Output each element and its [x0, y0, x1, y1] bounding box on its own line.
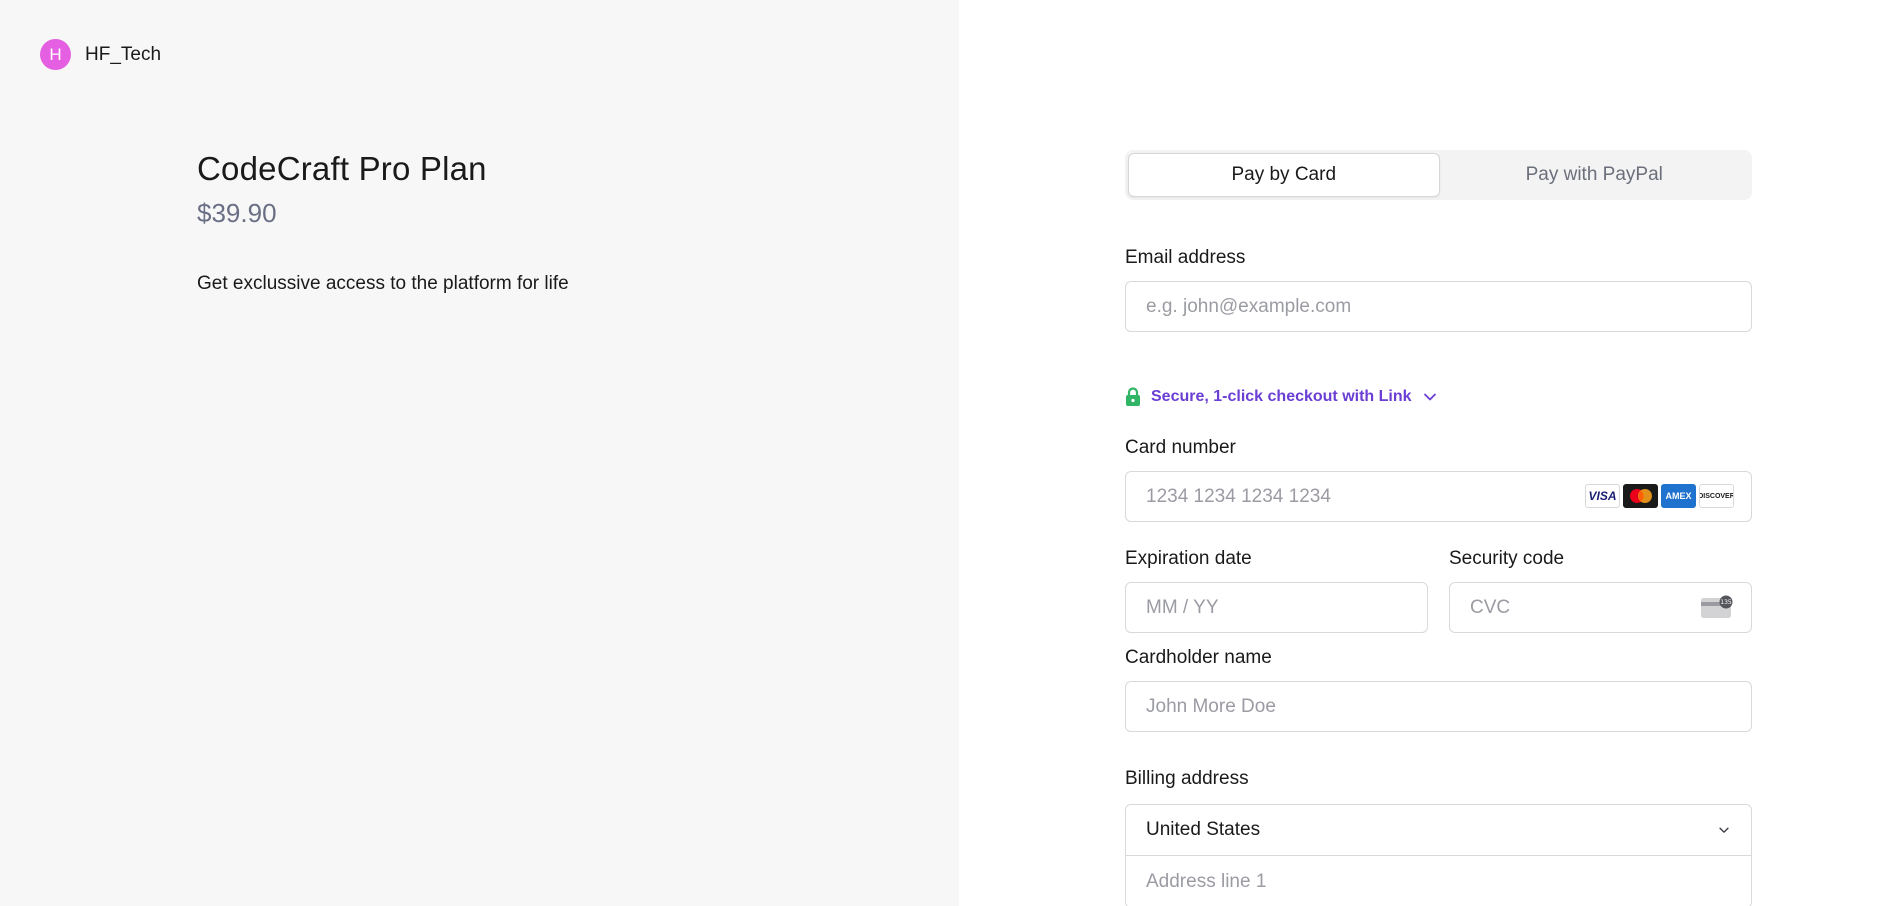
expiry-field-group: Expiration date	[1125, 548, 1428, 633]
email-field-group: Email address	[1125, 247, 1752, 332]
tab-pay-with-paypal[interactable]: Pay with PayPal	[1440, 153, 1750, 197]
country-select[interactable]: United States	[1126, 805, 1751, 856]
cardholder-field-group: Cardholder name	[1125, 647, 1752, 732]
card-brand-logos: VISA AMEX DISCOVER	[1585, 484, 1734, 508]
cvc-label: Security code	[1449, 548, 1565, 569]
brand[interactable]: H HF_Tech	[40, 39, 161, 70]
link-checkout-toggle[interactable]: Secure, 1-click checkout with Link	[1125, 387, 1752, 407]
cvc-wrap: 135	[1449, 582, 1752, 633]
chevron-down-icon	[1719, 827, 1729, 833]
email-label: Email address	[1125, 247, 1246, 268]
expiry-label: Expiration date	[1125, 548, 1252, 569]
product-price: $39.90	[197, 198, 277, 228]
billing-label: Billing address	[1125, 768, 1249, 789]
mastercard-icon	[1623, 484, 1658, 508]
country-value: United States	[1146, 819, 1261, 840]
order-summary-panel: H HF_Tech CodeCraft Pro Plan $39.90 Get …	[0, 0, 959, 906]
cvc-field-group: Security code 135	[1449, 548, 1752, 633]
checkout-page: H HF_Tech CodeCraft Pro Plan $39.90 Get …	[0, 0, 1892, 906]
payment-method-tabs: Pay by Card Pay with PayPal	[1125, 150, 1752, 200]
expiry-cvc-row: Expiration date Security code 135	[1125, 548, 1752, 633]
expiry-input[interactable]	[1125, 582, 1428, 633]
product-description: Get exclussive access to the platform fo…	[197, 273, 569, 294]
card-number-wrap: VISA AMEX DISCOVER	[1125, 471, 1752, 522]
email-input[interactable]	[1125, 281, 1752, 332]
expiry-wrap	[1125, 582, 1428, 633]
payment-panel: Pay by Card Pay with PayPal Email addres…	[959, 0, 1892, 906]
billing-field-group: Billing address United States	[1125, 768, 1752, 906]
brand-avatar: H	[40, 39, 71, 70]
cvc-card-icon: 135	[1701, 595, 1733, 618]
cardholder-label: Cardholder name	[1125, 647, 1272, 668]
product-title: CodeCraft Pro Plan	[197, 150, 487, 187]
lock-icon	[1126, 387, 1140, 406]
brand-name: HF_Tech	[85, 43, 162, 65]
visa-icon: VISA	[1585, 484, 1620, 508]
tab-pay-by-card[interactable]: Pay by Card	[1128, 153, 1440, 197]
chevron-down-icon	[1423, 393, 1436, 401]
cardholder-input[interactable]	[1125, 681, 1752, 732]
product-summary: CodeCraft Pro Plan $39.90 Get exclussive…	[197, 150, 569, 295]
cvc-icon-digits: 135	[1720, 599, 1732, 606]
amex-icon: AMEX	[1661, 484, 1696, 508]
billing-address-box: United States	[1125, 804, 1752, 906]
address-line1-input[interactable]	[1126, 856, 1751, 906]
discover-icon: DISCOVER	[1699, 484, 1734, 508]
card-number-field-group: Card number VISA AMEX DISC	[1125, 437, 1752, 522]
link-checkout-text: Secure, 1-click checkout with Link	[1151, 388, 1412, 405]
card-number-label: Card number	[1125, 437, 1236, 458]
payment-form: Pay by Card Pay with PayPal Email addres…	[1125, 150, 1752, 906]
